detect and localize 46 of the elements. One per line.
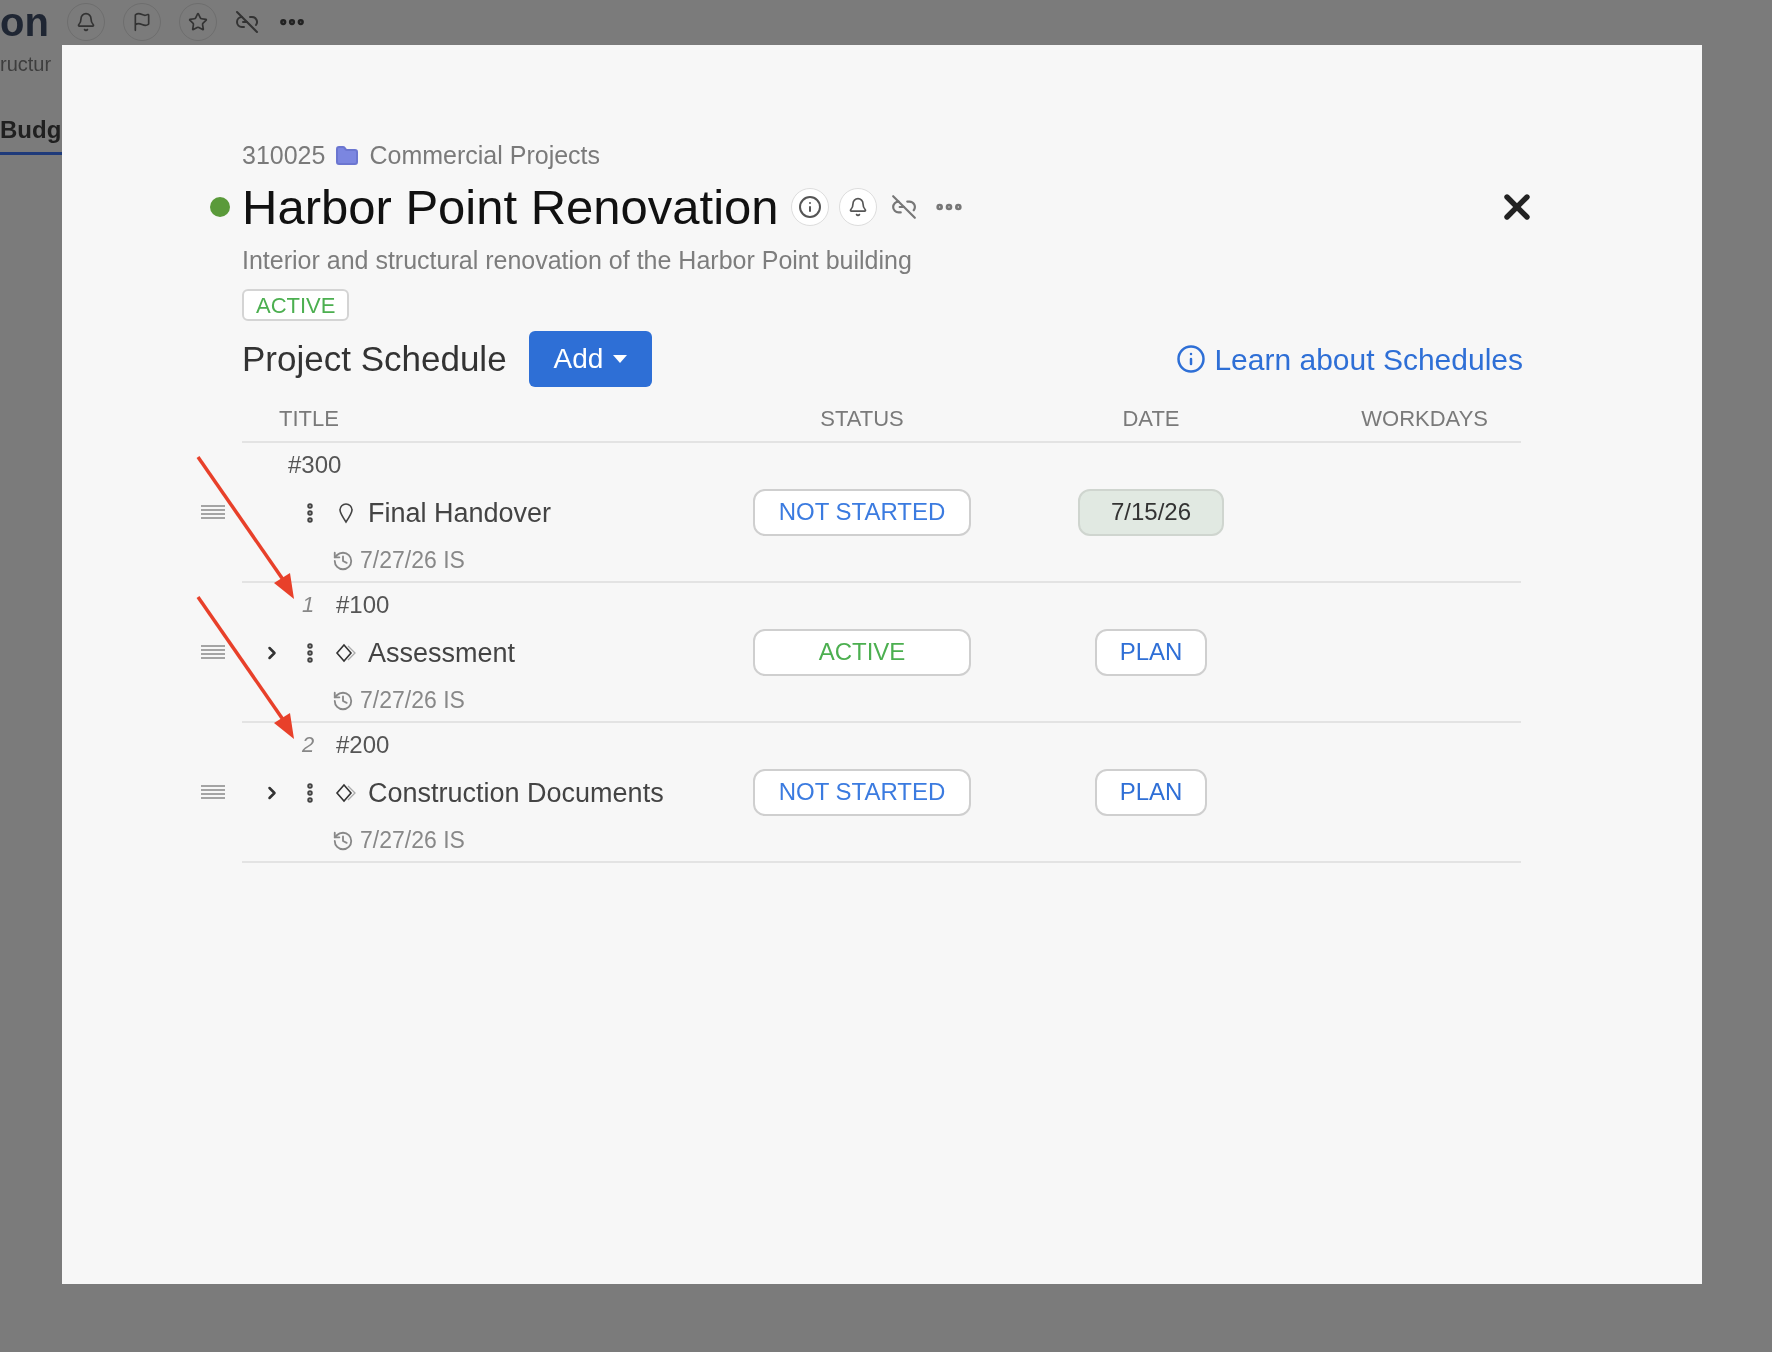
history-icon	[332, 829, 354, 852]
info-icon[interactable]	[790, 188, 829, 227]
updated-text: 7/27/26 IS	[360, 686, 465, 716]
info-icon	[1176, 344, 1207, 375]
item-title[interactable]: Final Handover	[368, 492, 552, 534]
item-number: #200	[336, 729, 390, 760]
caret-icon	[613, 355, 628, 364]
history-icon	[332, 549, 354, 572]
item-title[interactable]: Construction Documents	[368, 772, 664, 814]
item-number: #300	[288, 449, 342, 480]
section-title: Project Schedule	[242, 338, 507, 380]
project-description: Interior and structural renovation of the Harbor Point building	[242, 244, 913, 276]
status-badge[interactable]: NOT STARTED	[753, 768, 971, 816]
project-title: Harbor Point Renovation	[242, 178, 779, 236]
updated-text: 7/27/26 IS	[360, 826, 465, 856]
project-number: 310025	[242, 140, 326, 171]
item-title[interactable]: Assessment	[368, 632, 516, 674]
updated-text: 7/27/26 IS	[360, 546, 465, 576]
column-header: WORKDAYS	[1361, 404, 1489, 433]
page-title: on	[0, 2, 49, 42]
plan-button[interactable]: PLAN	[1095, 628, 1207, 676]
order-number: 1	[302, 591, 316, 620]
add-button[interactable]: Add	[528, 331, 653, 388]
folder-icon	[335, 143, 360, 168]
column-header: STATUS	[820, 404, 904, 433]
status-badge: ACTIVE	[242, 289, 350, 322]
history-icon	[332, 689, 354, 712]
drag-handle-icon[interactable]	[200, 504, 226, 521]
column-header: TITLE	[278, 404, 339, 433]
learn-link[interactable]: Learn about Schedules	[1176, 336, 1523, 382]
plan-button[interactable]: PLAN	[1095, 768, 1207, 816]
page-subtitle: ructur	[0, 54, 53, 74]
item-number: #100	[336, 589, 390, 620]
status-badge[interactable]: ACTIVE	[753, 628, 971, 676]
unlink-icon[interactable]	[890, 194, 917, 221]
drag-handle-icon[interactable]	[200, 644, 226, 661]
diamond-icon	[335, 643, 357, 663]
date-badge[interactable]: 7/15/26	[1078, 488, 1224, 536]
column-header: DATE	[1122, 404, 1180, 433]
diamond-icon	[335, 783, 357, 803]
drag-handle-icon[interactable]	[200, 784, 226, 801]
pin-icon	[338, 502, 354, 524]
folder-name[interactable]: Commercial Projects	[369, 137, 601, 175]
unlink-icon[interactable]	[234, 10, 259, 34]
order-number: 2	[302, 731, 316, 760]
status-badge[interactable]: NOT STARTED	[753, 488, 971, 536]
